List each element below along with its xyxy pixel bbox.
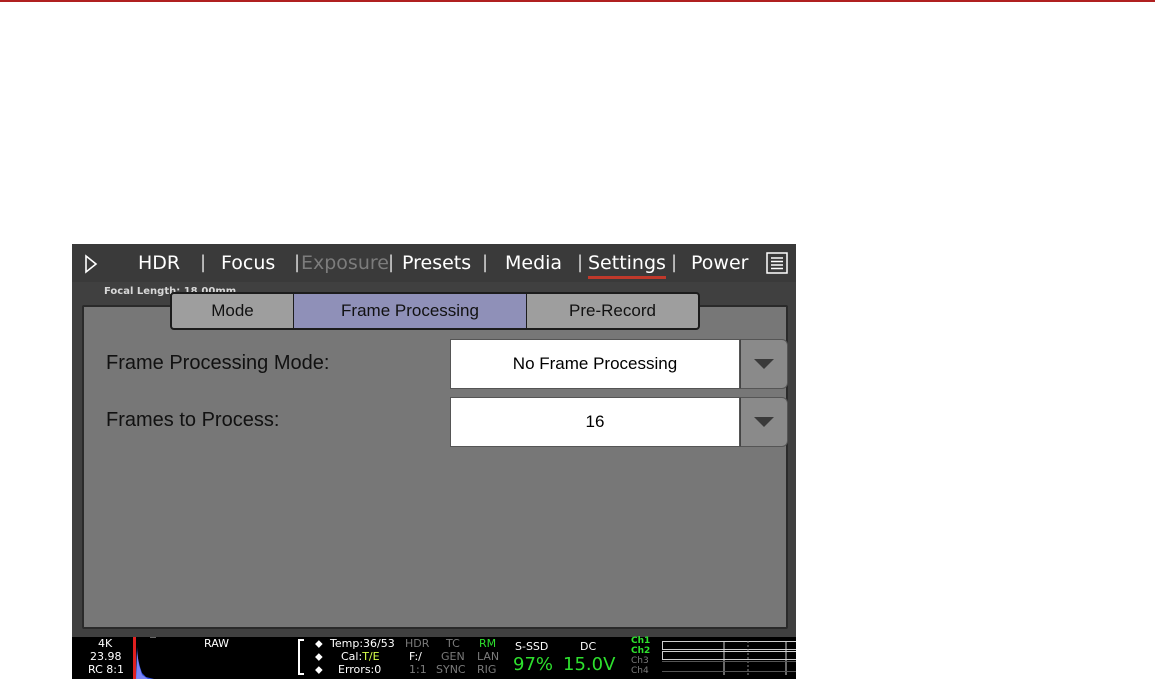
channel-4-label: Ch4	[631, 666, 649, 676]
cal-readout: Cal:T/E	[341, 650, 380, 663]
tc-indicator: TC	[446, 637, 460, 650]
tab-mode[interactable]: Mode	[172, 294, 294, 328]
nav-bar: HDR | Focus | Exposure | Presets | Media…	[72, 244, 796, 282]
play-outline-icon[interactable]	[84, 244, 100, 282]
frame-processing-panel: Frame Processing Mode: No Frame Processi…	[82, 305, 788, 629]
cal-value: T/E	[362, 650, 380, 663]
hdr-indicator: HDR	[405, 637, 430, 650]
sync-indicator: SYNC	[436, 663, 466, 676]
rig-indicator: RIG	[477, 663, 497, 676]
tab-frame-processing[interactable]: Frame Processing	[294, 294, 527, 328]
nav-separator: |	[388, 252, 395, 273]
channel-1-label: Ch1	[631, 636, 651, 646]
nav-item-hdr[interactable]: HDR	[138, 244, 180, 282]
frame-processing-mode-value[interactable]: No Frame Processing	[450, 339, 740, 389]
nav-item-power[interactable]: Power	[691, 244, 748, 282]
bullet-icon: ⬥	[315, 650, 323, 663]
fps-readout: 23.98	[90, 650, 122, 663]
channel-2-label: Ch2	[631, 646, 651, 656]
nav-item-exposure: Exposure	[301, 252, 389, 274]
nav-item-focus[interactable]: Focus	[221, 244, 275, 282]
audio-meter	[662, 641, 796, 675]
nav-item-settings[interactable]: Settings	[588, 244, 666, 282]
media-value: 97%	[513, 654, 554, 675]
nav-item-media[interactable]: Media	[505, 244, 562, 282]
top-rule	[0, 0, 1155, 2]
frame-processing-mode-label: Frame Processing Mode:	[106, 352, 330, 374]
frame-processing-mode-dropdown[interactable]: No Frame Processing	[450, 339, 788, 389]
list-menu-icon[interactable]	[766, 244, 790, 282]
frames-to-process-label: Frames to Process:	[106, 409, 280, 431]
channel-3-label: Ch3	[631, 656, 649, 666]
resolution-readout: 4K	[98, 637, 113, 650]
nav-separator: |	[294, 252, 301, 273]
bullet-icon: ⬥	[315, 637, 323, 650]
dropdown-arrow-button[interactable]	[740, 397, 788, 447]
temp-readout: Temp:36/53	[330, 637, 395, 650]
bullet-icon: ⬥	[315, 663, 323, 676]
nav-separator: |	[577, 252, 584, 273]
nav-separator: |	[200, 252, 207, 273]
triangle-down-icon	[754, 359, 774, 369]
settings-main: Focal Length: 18.00mm Frame Processing M…	[72, 282, 796, 637]
f-indicator: F:/	[409, 650, 422, 663]
lan-indicator: LAN	[477, 650, 500, 663]
tab-pre-record[interactable]: Pre-Record	[527, 294, 698, 328]
nav-separator: |	[671, 252, 678, 273]
power-label: DC	[580, 640, 597, 653]
gen-indicator: GEN	[441, 650, 465, 663]
tab-bar: Mode Frame Processing Pre-Record	[170, 292, 700, 330]
dropdown-arrow-button[interactable]	[740, 339, 788, 389]
rm-indicator: RM	[479, 637, 497, 650]
status-bar: 4K 23.98 RC 8:1 RAW ⬥ ⬥ ⬥ Temp:36/53 Cal…	[72, 637, 796, 679]
errors-readout: Errors:0	[338, 663, 382, 676]
bracket-divider	[298, 639, 304, 675]
nav-item-presets[interactable]: Presets	[402, 244, 471, 282]
format-readout: RAW	[204, 637, 229, 650]
ratio-indicator: 1:1	[409, 663, 427, 676]
nav-separator: |	[482, 252, 489, 273]
frames-to-process-dropdown[interactable]: 16	[450, 397, 788, 447]
frames-to-process-value[interactable]: 16	[450, 397, 740, 447]
media-label: S-SSD	[515, 640, 549, 653]
compression-readout: RC 8:1	[88, 663, 124, 676]
power-value: 15.0V	[563, 654, 616, 675]
camera-screen: HDR | Focus | Exposure | Presets | Media…	[72, 244, 796, 679]
triangle-down-icon	[754, 417, 774, 427]
